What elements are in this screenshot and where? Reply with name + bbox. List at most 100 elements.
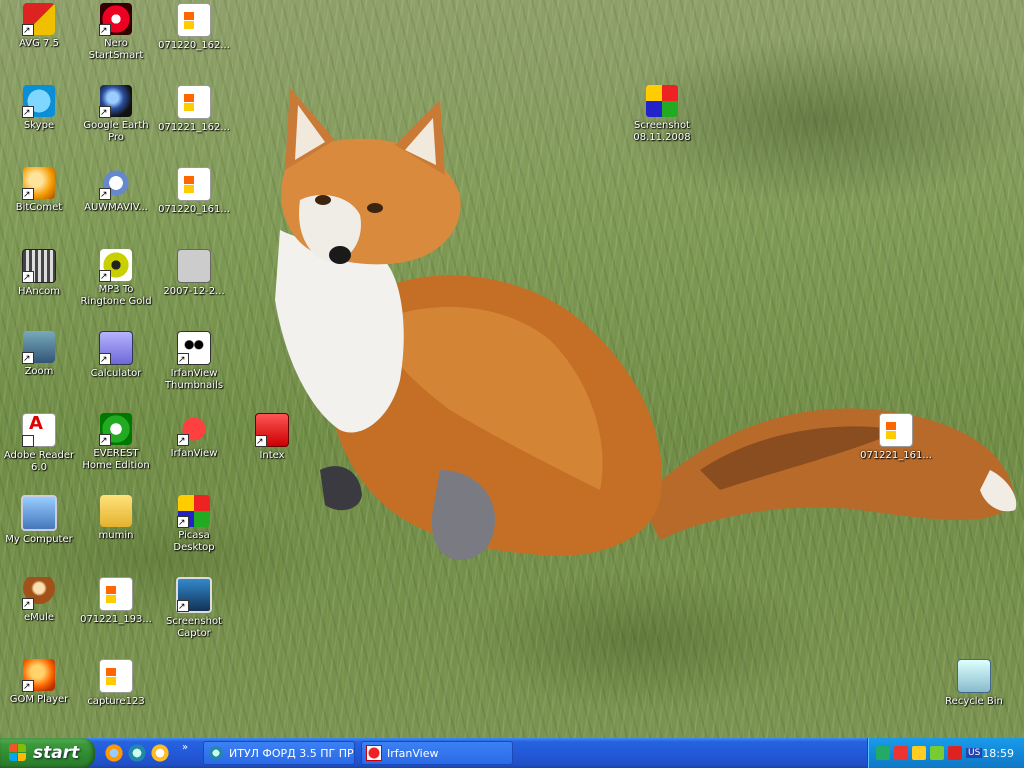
desktop-icon-my-computer[interactable]: My Computer [0, 495, 78, 546]
desktop-icon-folder[interactable]: mumin [77, 495, 155, 542]
clock[interactable]: 18:59 [982, 747, 1014, 760]
desktop-icon-avg[interactable]: AVG 7.5 [0, 3, 78, 50]
desktop-icon-hancom[interactable]: HAncom [0, 249, 78, 298]
image-file-icon [177, 167, 211, 201]
desktop-icon-intex[interactable]: Intex [233, 413, 311, 462]
image-file-icon [879, 413, 913, 447]
desktop-icon-label: 2007-12-2... [163, 286, 225, 297]
tray-app-icon[interactable] [912, 746, 926, 760]
desktop-icon-label: Picasa Desktop [173, 530, 215, 553]
desktop-icon-label: Zoom [24, 366, 54, 377]
desktop-icon-label: Skype [23, 120, 55, 131]
desktop-icon-nero-startsmart[interactable]: Nero StartSmart [77, 3, 155, 62]
image-file-icon [99, 577, 133, 611]
desktop-icon-label: Nero StartSmart [88, 38, 144, 61]
folder-icon [100, 495, 132, 527]
desktop-icon-google-earth[interactable]: Google Earth Pro [77, 85, 155, 144]
desktop-icon-label: Screenshot 08.11.2008 [633, 120, 691, 143]
desktop-icon-label: 071220_162... [158, 40, 230, 51]
calculator-icon [99, 331, 133, 366]
adobe-reader-icon [22, 413, 56, 448]
desktop-icon-label: 071221_162... [158, 122, 230, 133]
irfanview-icon [177, 413, 210, 447]
nero-icon [99, 3, 132, 37]
recycle-bin-icon [957, 659, 991, 693]
hancom-icon [22, 249, 56, 284]
desktop-icon-label: MP3 To Ringtone Gold [80, 284, 152, 307]
irfanview-icon [366, 745, 382, 761]
firefox-icon[interactable] [104, 743, 124, 763]
desktop-icon-screenshot-file[interactable]: Screenshot 08.11.2008 [623, 85, 701, 144]
desktop-icon-recycle-bin[interactable]: Recycle Bin [935, 659, 1013, 708]
start-label: start [33, 743, 80, 763]
bitcomet-icon [22, 167, 55, 201]
quick-launch-chevron-icon[interactable]: » [182, 742, 188, 753]
desktop-icon-label: eMule [23, 612, 55, 623]
desktop-icon-label: Intex [259, 450, 285, 461]
desktop-icon-label: 071221_161... [860, 450, 932, 461]
start-button[interactable]: start [0, 738, 95, 768]
desktop-icon-label: Recycle Bin [945, 696, 1003, 707]
desktop-icon-label: AUWMAVIV... [84, 202, 148, 213]
desktop-icon-image-file[interactable]: 071220_162... [155, 3, 233, 52]
image-file-icon [177, 3, 211, 37]
desktop-icon-label: capture123 [87, 696, 145, 707]
desktop-icon-image-file[interactable]: 071220_161... [155, 167, 233, 216]
desktop-icon-label: BitComet [15, 202, 63, 213]
zoom-icon [22, 331, 55, 365]
desktop-icon-screenshot-captor[interactable]: Screenshot Captor [155, 577, 233, 640]
desktop-icon-irfanview-thumbnails[interactable]: IrfanView Thumbnails [155, 331, 233, 392]
taskbar-button-irfanview[interactable]: IrfanView [361, 741, 513, 765]
cd-music-icon [99, 249, 132, 283]
tray-app-icon[interactable] [894, 746, 908, 760]
antivirus-icon[interactable] [948, 746, 962, 760]
desktop-icon-irfanview[interactable]: IrfanView [155, 413, 233, 460]
panda-icon [177, 331, 211, 366]
desktop-icon-label: GOM Player [9, 694, 69, 705]
desktop-icon-picasa[interactable]: Picasa Desktop [155, 495, 233, 554]
desktop-icon-mp3-to-ringtone[interactable]: MP3 To Ringtone Gold [77, 249, 155, 308]
desktop-icon-label: Google Earth Pro [83, 120, 149, 143]
desktop-icon-skype[interactable]: Skype [0, 85, 78, 132]
taskbar: start » ИТУЛ ФОРД 3.5 ПГ ПР... IrfanView… [0, 738, 1024, 768]
magnifier-icon [99, 167, 132, 201]
image-file-icon [646, 85, 678, 117]
avg-icon [22, 3, 55, 37]
tray-app-icon[interactable] [930, 746, 944, 760]
desktop-icon-emule[interactable]: eMule [0, 577, 78, 624]
internet-explorer-icon[interactable] [127, 743, 147, 763]
desktop-icon-label: IrfanView [170, 448, 218, 459]
desktop-icon-label: My Computer [5, 534, 73, 545]
desktop-icon-image-file[interactable]: 071221_162... [155, 85, 233, 134]
desktop-icon-image-file[interactable]: 071221_193... [77, 577, 155, 626]
desktop-icon-image-file[interactable]: capture123 [77, 659, 155, 708]
desktop-icon-label: Screenshot Captor [166, 616, 222, 639]
desktop-icon-everest[interactable]: EVEREST Home Edition [77, 413, 155, 472]
desktop-icon-label: EVEREST Home Edition [82, 448, 150, 471]
desktop-icon-auwmaviv[interactable]: AUWMAVIV... [77, 167, 155, 214]
skype-icon [22, 85, 55, 119]
image-file-icon [99, 659, 133, 693]
taskbar-button-browser[interactable]: ИТУЛ ФОРД 3.5 ПГ ПР... [203, 741, 355, 765]
document-icon [177, 249, 211, 283]
monitor-icon [176, 577, 212, 613]
desktop-icon-document[interactable]: 2007-12-2... [155, 249, 233, 298]
desktop-icon-adobe-reader[interactable]: Adobe Reader 6.0 [0, 413, 78, 474]
desktop-icon-calculator[interactable]: Calculator [77, 331, 155, 380]
desktop-icon-gom-player[interactable]: GOM Player [0, 659, 78, 706]
messenger-icon[interactable] [150, 743, 170, 763]
task-label: ИТУЛ ФОРД 3.5 ПГ ПР... [229, 746, 355, 760]
network-icon[interactable] [876, 746, 890, 760]
desktop-icon-zoom[interactable]: Zoom [0, 331, 78, 378]
desktop-icon-image-file[interactable]: 071221_161... [857, 413, 935, 462]
desktop-icon-label: IrfanView Thumbnails [164, 368, 224, 391]
language-indicator[interactable]: US [966, 748, 983, 758]
info-icon [99, 413, 132, 447]
desktop-icon-bitcomet[interactable]: BitComet [0, 167, 78, 214]
system-tray: US 18:59 [867, 738, 1024, 768]
desktop-icon-label: Adobe Reader 6.0 [3, 450, 75, 473]
desktop-icon-label: 071221_193... [80, 614, 152, 625]
google-earth-icon [99, 85, 132, 119]
emule-icon [22, 577, 55, 611]
image-file-icon [177, 85, 211, 119]
